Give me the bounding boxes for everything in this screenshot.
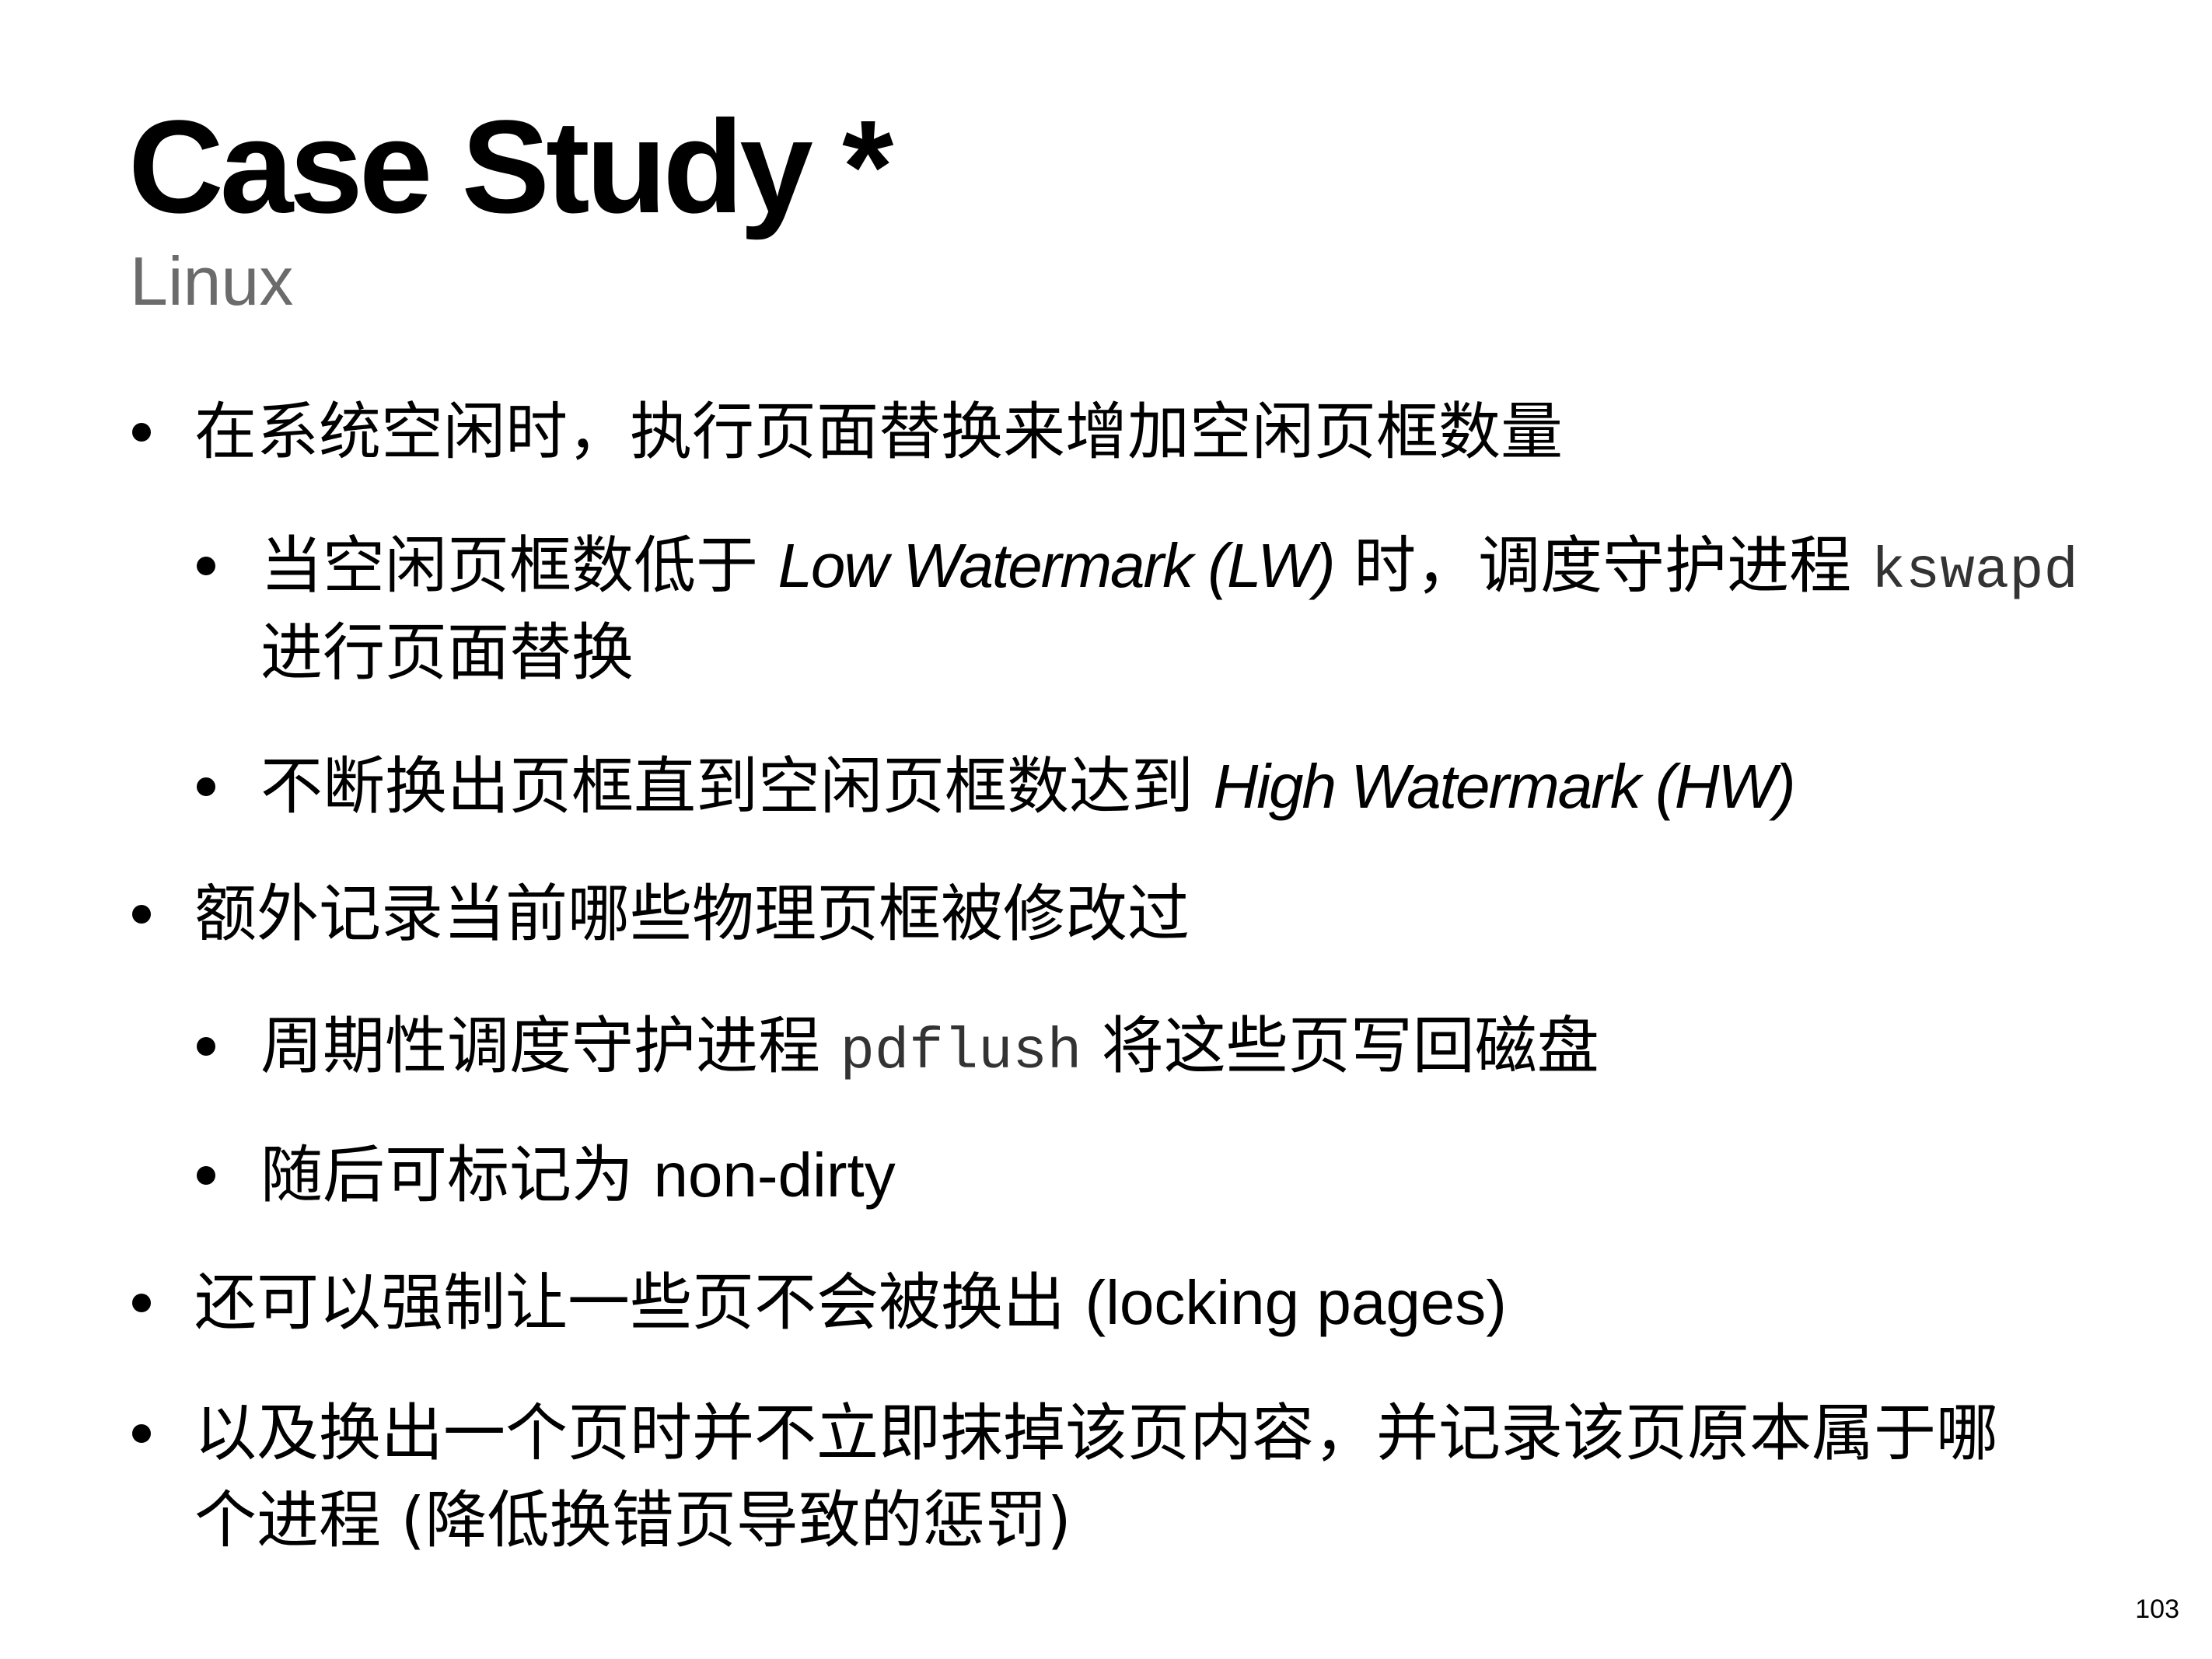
sub-bullet-item: 当空闲页框数低于 Low Watermark (LW) 时，调度守护进程 ksw…: [197, 522, 2078, 616]
bullet-text: 在系统空闲时，执行页面替换来增加空闲页框数量: [194, 396, 1563, 468]
bullet-term: Low Watermark (LW): [778, 531, 1335, 600]
page-number: 103: [2135, 1594, 2179, 1624]
bullet-text: 随后可标记为: [260, 1139, 654, 1211]
bullet-dot-icon: [132, 905, 151, 924]
bullet-text: 额外记录当前哪些物理页框被修改过: [194, 878, 1190, 950]
bullet-text: 将这些页写回磁盘: [1082, 1010, 1599, 1082]
bullet-continuation: 个进程 (降低换错页导致的惩罚): [194, 1477, 1071, 1564]
bullet-text: 还可以强制让一些页不会被换出: [194, 1266, 1085, 1339]
bullet-text: 以及换出一个页时并不立即抹掉该页内容，并记录该页原本属于哪: [194, 1397, 1998, 1469]
bullet-item: 额外记录当前哪些物理页框被修改过: [132, 871, 1190, 958]
bullet-dot-icon: [132, 423, 151, 442]
bullet-dot-icon: [197, 557, 215, 575]
bullet-text: (降低换错页导致的惩罚): [400, 1484, 1071, 1556]
sub-bullet-continuation: 进行页面替换: [260, 609, 634, 697]
bullet-text: 进行页面替换: [260, 616, 634, 689]
sub-bullet-item: 周期性调度守护进程 pdflush 将这些页写回磁盘: [197, 1003, 1599, 1096]
bullet-term: High Watermark (HW): [1213, 752, 1795, 821]
bullet-item: 以及换出一个页时并不立即抹掉该页内容，并记录该页原本属于哪: [132, 1390, 1998, 1477]
sub-bullet-item: 随后可标记为 non-dirty: [197, 1132, 896, 1219]
slide-subtitle: Linux: [130, 243, 294, 320]
bullet-code: kswapd: [1871, 540, 2078, 605]
bullet-item: 在系统空闲时，执行页面替换来增加空闲页框数量: [132, 389, 1563, 476]
bullet-item: 还可以强制让一些页不会被换出 (locking pages): [132, 1259, 1507, 1346]
bullet-dot-icon: [132, 1294, 151, 1312]
bullet-dot-icon: [197, 1166, 215, 1185]
bullet-term: non-dirty: [653, 1140, 896, 1210]
bullet-code: pdflush: [840, 1020, 1082, 1085]
bullet-term: (locking pages): [1085, 1268, 1507, 1337]
bullet-dot-icon: [197, 1037, 215, 1056]
bullet-text: 时，调度守护进程: [1333, 529, 1871, 602]
slide-title: Case Study *: [128, 93, 893, 241]
bullet-text: 不断换出页框直到空闲页框数达到: [260, 750, 1214, 823]
slide: Case Study * Linux 在系统空闲时，执行页面替换来增加空闲页框数…: [0, 0, 2212, 1659]
bullet-dot-icon: [197, 777, 215, 796]
bullet-text: 当空闲页框数低于: [260, 529, 778, 602]
sub-bullet-item: 不断换出页框直到空闲页框数达到 High Watermark (HW): [197, 743, 1796, 830]
bullet-text: 个进程: [194, 1484, 401, 1556]
bullet-dot-icon: [132, 1424, 151, 1443]
bullet-text: 周期性调度守护进程: [260, 1010, 840, 1082]
